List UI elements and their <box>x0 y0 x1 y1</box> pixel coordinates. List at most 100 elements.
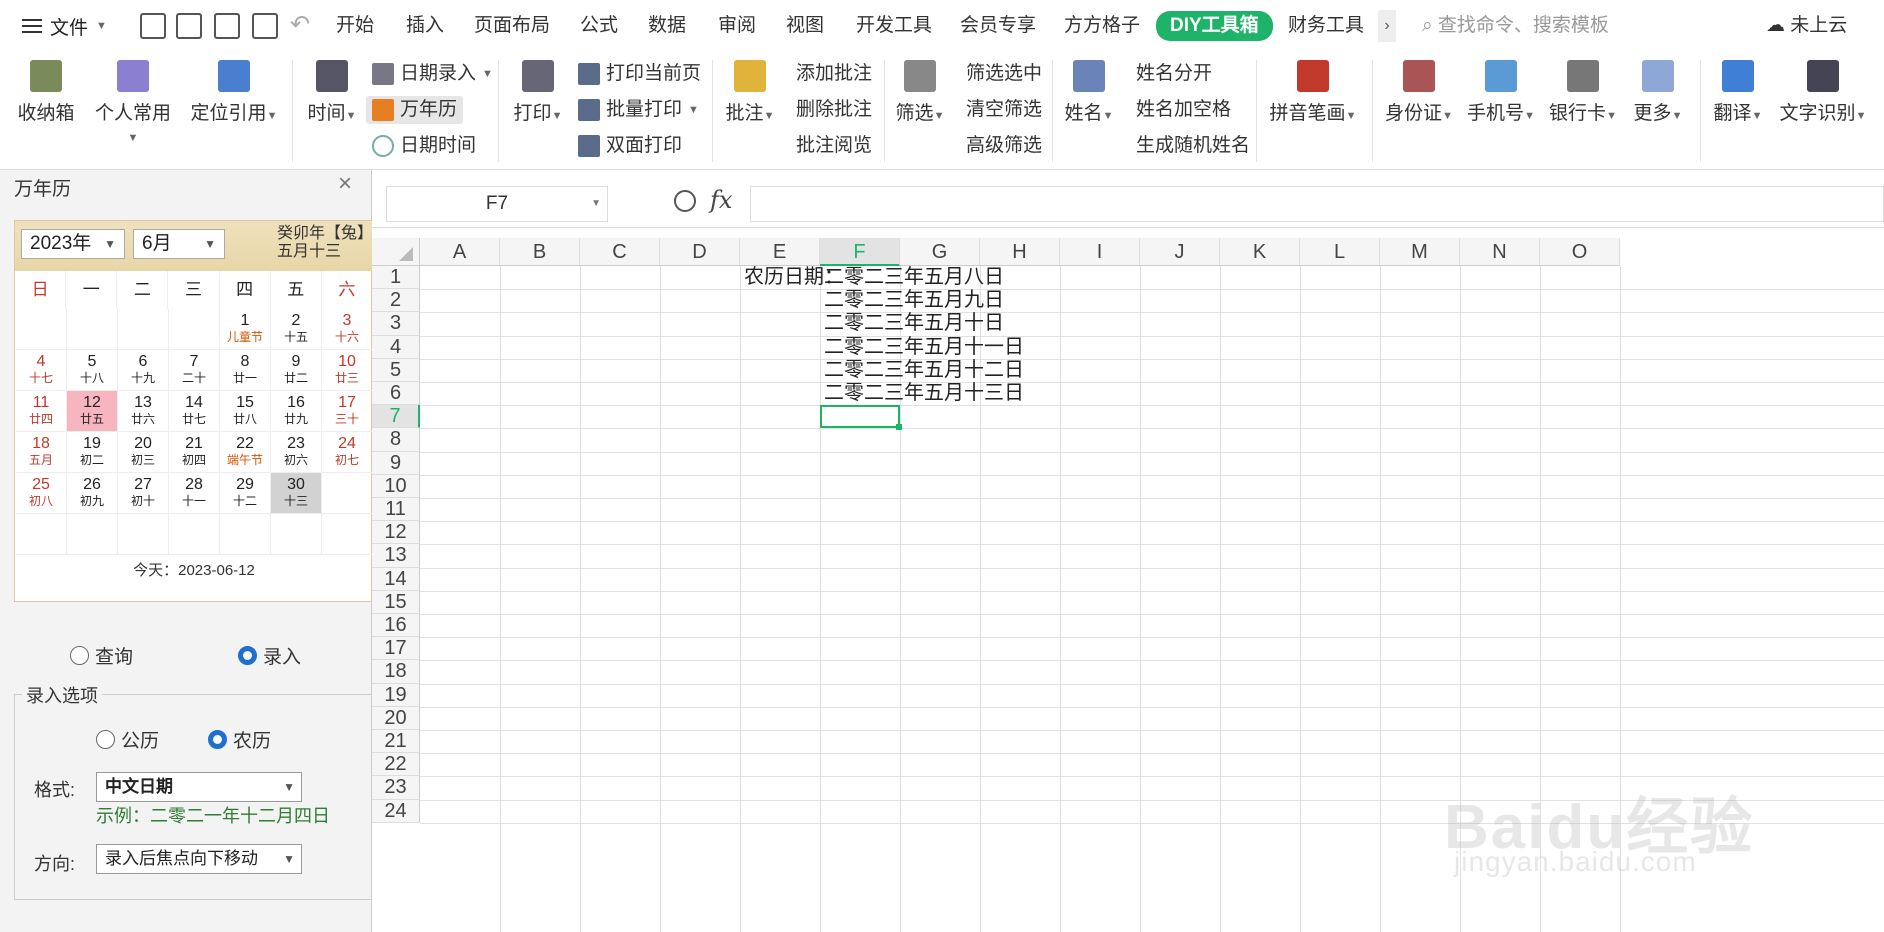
tab-fangfang[interactable]: 方方格子 <box>1064 12 1140 40</box>
advanced-filter-button[interactable]: 高级筛选 <box>966 132 1042 160</box>
function-icon[interactable]: fx <box>710 186 732 214</box>
split-name-button[interactable]: 姓名分开 <box>1136 60 1212 88</box>
row-header-11[interactable]: 11 <box>372 498 420 522</box>
column-header-i[interactable]: I <box>1060 238 1140 266</box>
row-header-20[interactable]: 20 <box>372 706 420 730</box>
print-preview-icon[interactable] <box>252 13 278 39</box>
calendar-day[interactable]: 21 初四 <box>169 432 220 473</box>
ocr-button[interactable]: 文字识别▼ <box>1778 52 1868 125</box>
add-annotation-button[interactable]: 添加批注 <box>796 60 872 88</box>
clear-filter-button[interactable]: 清空筛选 <box>966 96 1042 124</box>
calendar-day[interactable]: 3 十六 <box>322 309 373 350</box>
row-header-19[interactable]: 19 <box>372 683 420 707</box>
calendar-day[interactable]: 16 廿九 <box>271 391 322 432</box>
formula-input[interactable] <box>750 186 1884 222</box>
lunar-radio[interactable]: 农历 <box>208 726 271 753</box>
calendar-day[interactable]: 27 初十 <box>118 473 169 514</box>
column-header-l[interactable]: L <box>1300 238 1380 266</box>
row-header-17[interactable]: 17 <box>372 637 420 661</box>
tab-diy-toolbox[interactable]: DIY工具箱 <box>1156 11 1273 41</box>
calendar-day[interactable]: 12 廿五 <box>67 391 118 432</box>
calendar-day[interactable]: 26 初九 <box>67 473 118 514</box>
cell-f3[interactable]: 二零二三年五月十日 <box>824 312 1004 335</box>
tab-formula[interactable]: 公式 <box>580 12 618 40</box>
annotation-browse-button[interactable]: 批注阅览 <box>796 132 872 160</box>
print-current-button[interactable]: 打印当前页 <box>578 60 701 88</box>
tab-review[interactable]: 审阅 <box>718 12 756 40</box>
cell-f4[interactable]: 二零二三年五月十一日 <box>824 336 1024 359</box>
column-header-f[interactable]: F <box>820 238 900 266</box>
row-header-18[interactable]: 18 <box>372 660 420 684</box>
mode-entry-radio[interactable]: 录入 <box>238 642 301 669</box>
undo-icon[interactable]: ↶ <box>290 10 310 39</box>
column-header-g[interactable]: G <box>900 238 980 266</box>
save-icon[interactable] <box>140 13 166 39</box>
random-name-button[interactable]: 生成随机姓名 <box>1136 132 1250 160</box>
print-icon[interactable] <box>214 13 240 39</box>
personal-button[interactable]: 个人常用 ▼ <box>90 52 176 147</box>
calendar-day[interactable]: 19 初二 <box>67 432 118 473</box>
more-button[interactable]: 更多▼ <box>1630 52 1686 125</box>
search-box[interactable]: ⌕ 查找命令、搜索模板 <box>1422 12 1609 40</box>
bank-card-button[interactable]: 银行卡▼ <box>1548 52 1618 125</box>
row-header-7[interactable]: 7 <box>372 405 420 429</box>
calendar-day[interactable]: 24 初七 <box>322 432 373 473</box>
id-card-button[interactable]: 身份证▼ <box>1384 52 1454 125</box>
calendar-day[interactable]: 17 三十 <box>322 391 373 432</box>
column-header-k[interactable]: K <box>1220 238 1300 266</box>
zoom-icon[interactable] <box>674 190 696 212</box>
calendar-day[interactable]: 2 十五 <box>271 309 322 350</box>
calendar-day[interactable]: 6 十九 <box>118 350 169 391</box>
calendar-day[interactable]: 18 五月 <box>16 432 67 473</box>
tab-view[interactable]: 视图 <box>786 12 824 40</box>
filter-selected-button[interactable]: 筛选选中 <box>966 60 1042 88</box>
calendar-day[interactable]: 4 十七 <box>16 350 67 391</box>
cloud-status[interactable]: ☁ 未上云 <box>1766 12 1847 40</box>
cell-f2[interactable]: 二零二三年五月九日 <box>824 289 1004 312</box>
row-header-12[interactable]: 12 <box>372 521 420 545</box>
column-header-a[interactable]: A <box>420 238 500 266</box>
row-header-8[interactable]: 8 <box>372 428 420 452</box>
file-menu[interactable]: 文件 ▼ <box>22 12 107 40</box>
delete-annotation-button[interactable]: 删除批注 <box>796 96 872 124</box>
calendar-day[interactable]: 7 二十 <box>169 350 220 391</box>
calendar-day[interactable]: 29 十二 <box>220 473 271 514</box>
today-label[interactable]: 今天：2023-06-12 <box>15 559 373 580</box>
row-header-13[interactable]: 13 <box>372 544 420 568</box>
column-header-m[interactable]: M <box>1380 238 1460 266</box>
row-header-4[interactable]: 4 <box>372 335 420 359</box>
column-header-e[interactable]: E <box>740 238 820 266</box>
month-select[interactable]: 6月 ▼ <box>133 229 225 259</box>
tab-developer[interactable]: 开发工具 <box>856 12 932 40</box>
tab-finance[interactable]: 财务工具 <box>1288 12 1364 40</box>
year-select[interactable]: 2023年 ▼ <box>21 229 125 259</box>
translate-button[interactable]: 翻译▼ <box>1710 52 1766 125</box>
name-box[interactable]: F7 ▼ <box>386 186 608 222</box>
tab-home[interactable]: 开始 <box>336 12 374 40</box>
column-header-d[interactable]: D <box>660 238 740 266</box>
gregorian-radio[interactable]: 公历 <box>96 726 159 753</box>
cell-f1[interactable]: 二零二三年五月八日 <box>824 266 1004 289</box>
calendar-day[interactable]: 20 初三 <box>118 432 169 473</box>
row-header-3[interactable]: 3 <box>372 312 420 336</box>
time-button[interactable]: 时间▼ <box>304 52 360 125</box>
row-header-14[interactable]: 14 <box>372 567 420 591</box>
mobile-button[interactable]: 手机号▼ <box>1466 52 1536 125</box>
row-header-9[interactable]: 9 <box>372 451 420 475</box>
row-header-10[interactable]: 10 <box>372 474 420 498</box>
tab-page-layout[interactable]: 页面布局 <box>474 12 550 40</box>
calendar-day[interactable]: 25 初八 <box>16 473 67 514</box>
name-button[interactable]: 姓名▼ <box>1062 52 1116 125</box>
column-header-c[interactable]: C <box>580 238 660 266</box>
date-time-button[interactable]: 日期时间 <box>372 132 476 160</box>
storage-button[interactable]: 收纳箱 <box>16 52 76 125</box>
calendar-day[interactable]: 11 廿四 <box>16 391 67 432</box>
filter-button[interactable]: 筛选▼ <box>894 52 946 125</box>
column-header-h[interactable]: H <box>980 238 1060 266</box>
row-header-6[interactable]: 6 <box>372 382 420 406</box>
row-header-21[interactable]: 21 <box>372 730 420 754</box>
row-header-22[interactable]: 22 <box>372 753 420 777</box>
row-header-5[interactable]: 5 <box>372 358 420 382</box>
format-select[interactable]: 中文日期 ▼ <box>96 772 302 802</box>
print-button[interactable]: 打印▼ <box>512 52 564 125</box>
